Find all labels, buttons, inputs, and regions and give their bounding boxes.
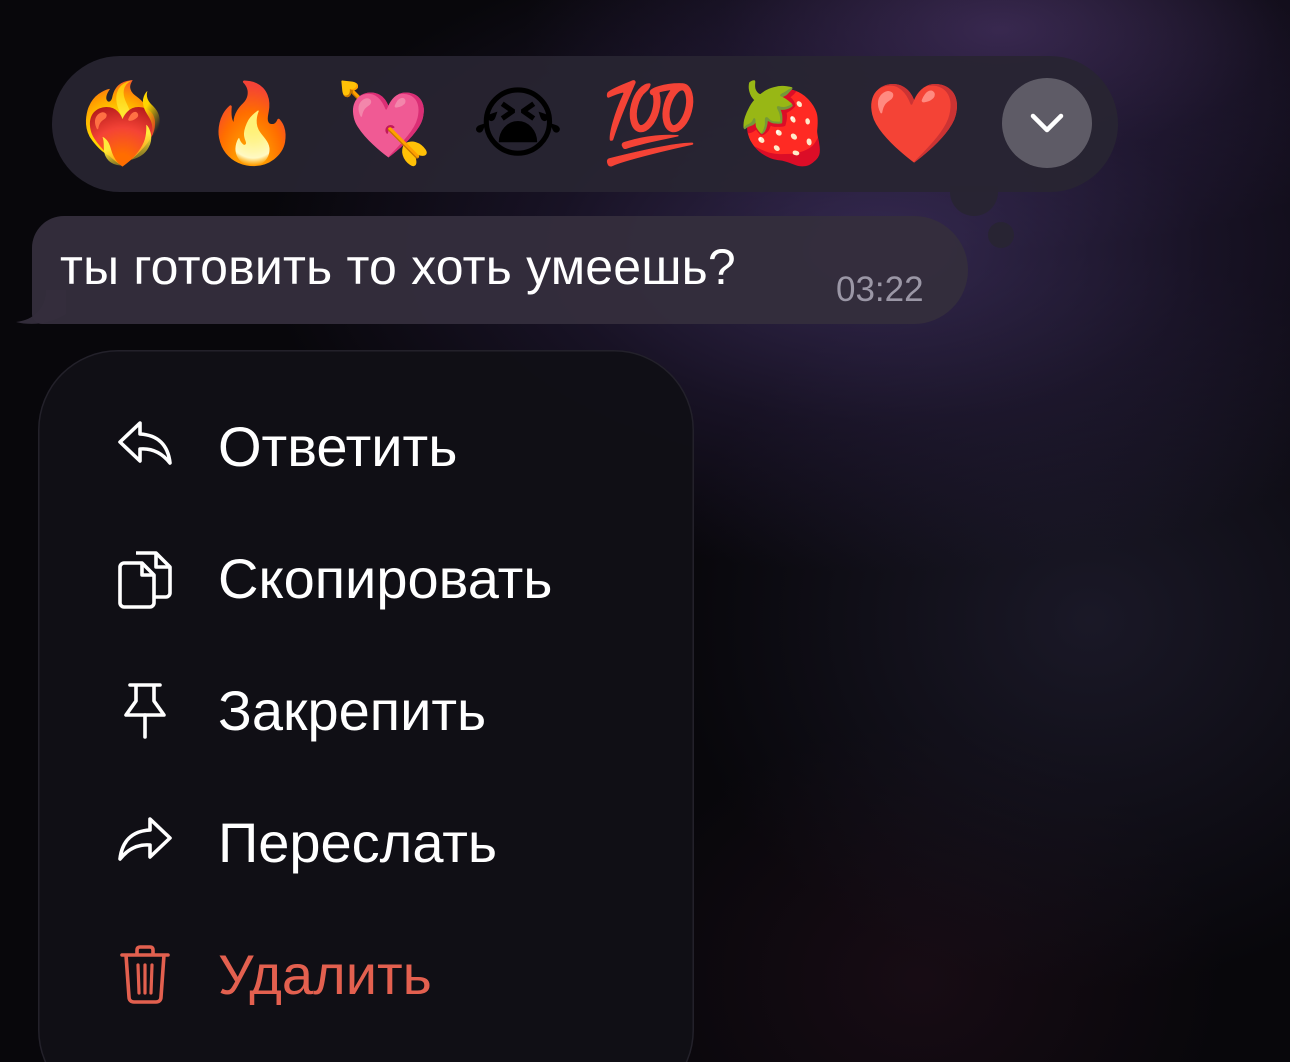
- copy-icon: [110, 543, 180, 613]
- reaction-bar-tail-dot: [988, 222, 1014, 248]
- menu-item-pin[interactable]: Закрепить: [110, 660, 670, 760]
- reaction-fire[interactable]: 🔥: [200, 72, 304, 176]
- reaction-strawberry[interactable]: 🍓: [730, 72, 834, 176]
- menu-item-delete[interactable]: Удалить: [110, 924, 670, 1024]
- reaction-heart-with-arrow[interactable]: 💘: [332, 72, 436, 176]
- reaction-loudly-crying-face[interactable]: 😭: [466, 72, 570, 176]
- menu-item-reply[interactable]: Ответить: [110, 396, 670, 496]
- menu-item-label: Переслать: [218, 810, 498, 874]
- reaction-red-heart[interactable]: ❤️: [862, 72, 966, 176]
- menu-item-label: Ответить: [218, 414, 458, 478]
- menu-item-label: Закрепить: [218, 678, 487, 742]
- menu-item-copy[interactable]: Скопировать: [110, 528, 670, 628]
- pin-icon: [110, 675, 180, 745]
- trash-icon: [110, 939, 180, 1009]
- menu-item-label: Удалить: [218, 942, 432, 1006]
- reaction-heart-on-fire[interactable]: ❤️‍🔥: [70, 72, 174, 176]
- chat-screen: ❤️‍🔥 🔥 💘 😭 💯 🍓 ❤️ ты готовить то хоть ум…: [0, 0, 1290, 1062]
- forward-icon: [110, 807, 180, 877]
- more-reactions-button[interactable]: [1002, 78, 1092, 168]
- menu-item-forward[interactable]: Переслать: [110, 792, 670, 892]
- menu-item-label: Скопировать: [218, 546, 553, 610]
- reaction-hundred-points[interactable]: 💯: [598, 72, 702, 176]
- message-text: ты готовить то хоть умеешь?: [60, 239, 736, 295]
- chevron-down-icon: [1030, 113, 1064, 133]
- reaction-bar-tail: [950, 186, 998, 216]
- message-time: 03:22: [836, 270, 924, 309]
- reply-icon: [110, 411, 180, 481]
